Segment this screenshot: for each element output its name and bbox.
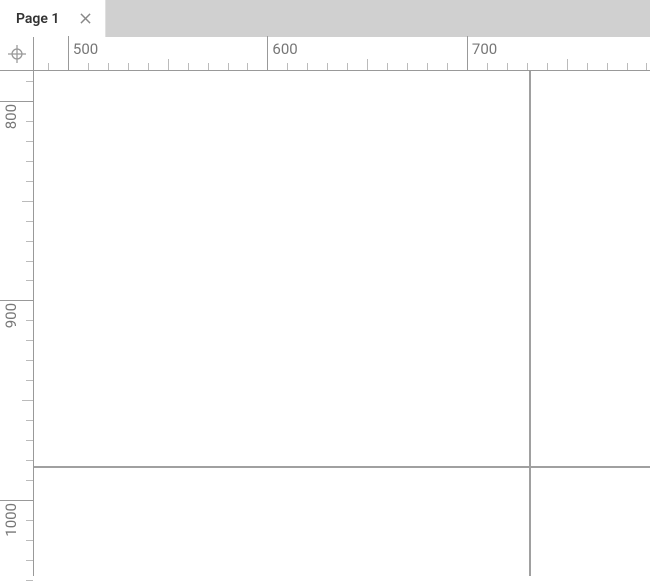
ruler-tick — [247, 63, 248, 70]
ruler-tick — [26, 560, 33, 561]
ruler-tick — [347, 63, 348, 70]
ruler-tick — [587, 63, 588, 70]
ruler-label: 500 — [73, 40, 98, 58]
ruler-label: 1000 — [2, 503, 20, 537]
ruler-tick — [307, 63, 308, 70]
ruler-tick — [447, 63, 448, 70]
ruler-tick — [26, 181, 33, 182]
ruler-tick — [527, 63, 528, 70]
ruler-tick — [487, 63, 488, 70]
ruler-tick — [567, 59, 568, 70]
ruler-label: 700 — [472, 40, 497, 58]
ruler-tick — [26, 121, 33, 122]
ruler-tick — [327, 63, 328, 70]
ruler-tick — [26, 161, 33, 162]
ruler-tick — [26, 340, 33, 341]
ruler-tick — [0, 300, 33, 301]
tab-bar: Page 1 — [0, 0, 650, 37]
ruler-tick — [168, 59, 169, 70]
ruler-tick — [427, 63, 428, 70]
ruler-tick — [128, 63, 129, 70]
ruler-tick — [26, 261, 33, 262]
ruler-tick — [646, 63, 647, 70]
ruler-tick — [148, 63, 149, 70]
horizontal-ruler-row: 5006007008 — [0, 37, 650, 71]
ruler-tick — [188, 63, 189, 70]
ruler-label: 600 — [272, 40, 297, 58]
ruler-tick — [547, 63, 548, 70]
ruler-tick — [627, 63, 628, 70]
ruler-tick — [387, 63, 388, 70]
ruler-tick — [26, 440, 33, 441]
ruler-tick — [26, 520, 33, 521]
ruler-tick — [607, 63, 608, 70]
ruler-tick — [26, 320, 33, 321]
ruler-tick — [26, 380, 33, 381]
ruler-tick — [26, 460, 33, 461]
ruler-tick — [228, 63, 229, 70]
page-edge-bottom — [34, 466, 650, 468]
ruler-tick — [287, 63, 288, 70]
ruler-label: 800 — [2, 104, 20, 129]
ruler-tick — [267, 36, 268, 70]
ruler-tick — [26, 81, 33, 82]
tab-label: Page 1 — [16, 11, 59, 27]
canvas-area[interactable] — [34, 71, 650, 576]
ruler-tick — [48, 63, 49, 70]
tab-page-1[interactable]: Page 1 — [0, 0, 106, 37]
close-icon[interactable] — [77, 11, 93, 27]
ruler-tick — [26, 420, 33, 421]
ruler-tick — [26, 280, 33, 281]
ruler-tick — [367, 59, 368, 70]
ruler-tick — [26, 360, 33, 361]
vertical-ruler[interactable]: 800 900 1000 — [0, 71, 34, 576]
ruler-tick — [108, 63, 109, 70]
ruler-origin-icon[interactable] — [0, 37, 34, 70]
ruler-tick — [68, 36, 69, 70]
ruler-tick — [26, 221, 33, 222]
ruler-tick — [26, 141, 33, 142]
ruler-tick — [407, 63, 408, 70]
ruler-label: 900 — [2, 303, 20, 328]
ruler-tick — [88, 63, 89, 70]
ruler-tick — [26, 480, 33, 481]
ruler-tick — [0, 500, 33, 501]
ruler-tick — [26, 540, 33, 541]
ruler-tick — [467, 36, 468, 70]
page-edge-right — [529, 71, 531, 576]
ruler-tick — [26, 241, 33, 242]
horizontal-ruler[interactable]: 5006007008 — [34, 37, 650, 70]
ruler-tick — [208, 63, 209, 70]
ruler-tick — [507, 63, 508, 70]
ruler-tick — [0, 101, 33, 102]
ruler-tick — [22, 201, 33, 202]
ruler-tick — [22, 400, 33, 401]
